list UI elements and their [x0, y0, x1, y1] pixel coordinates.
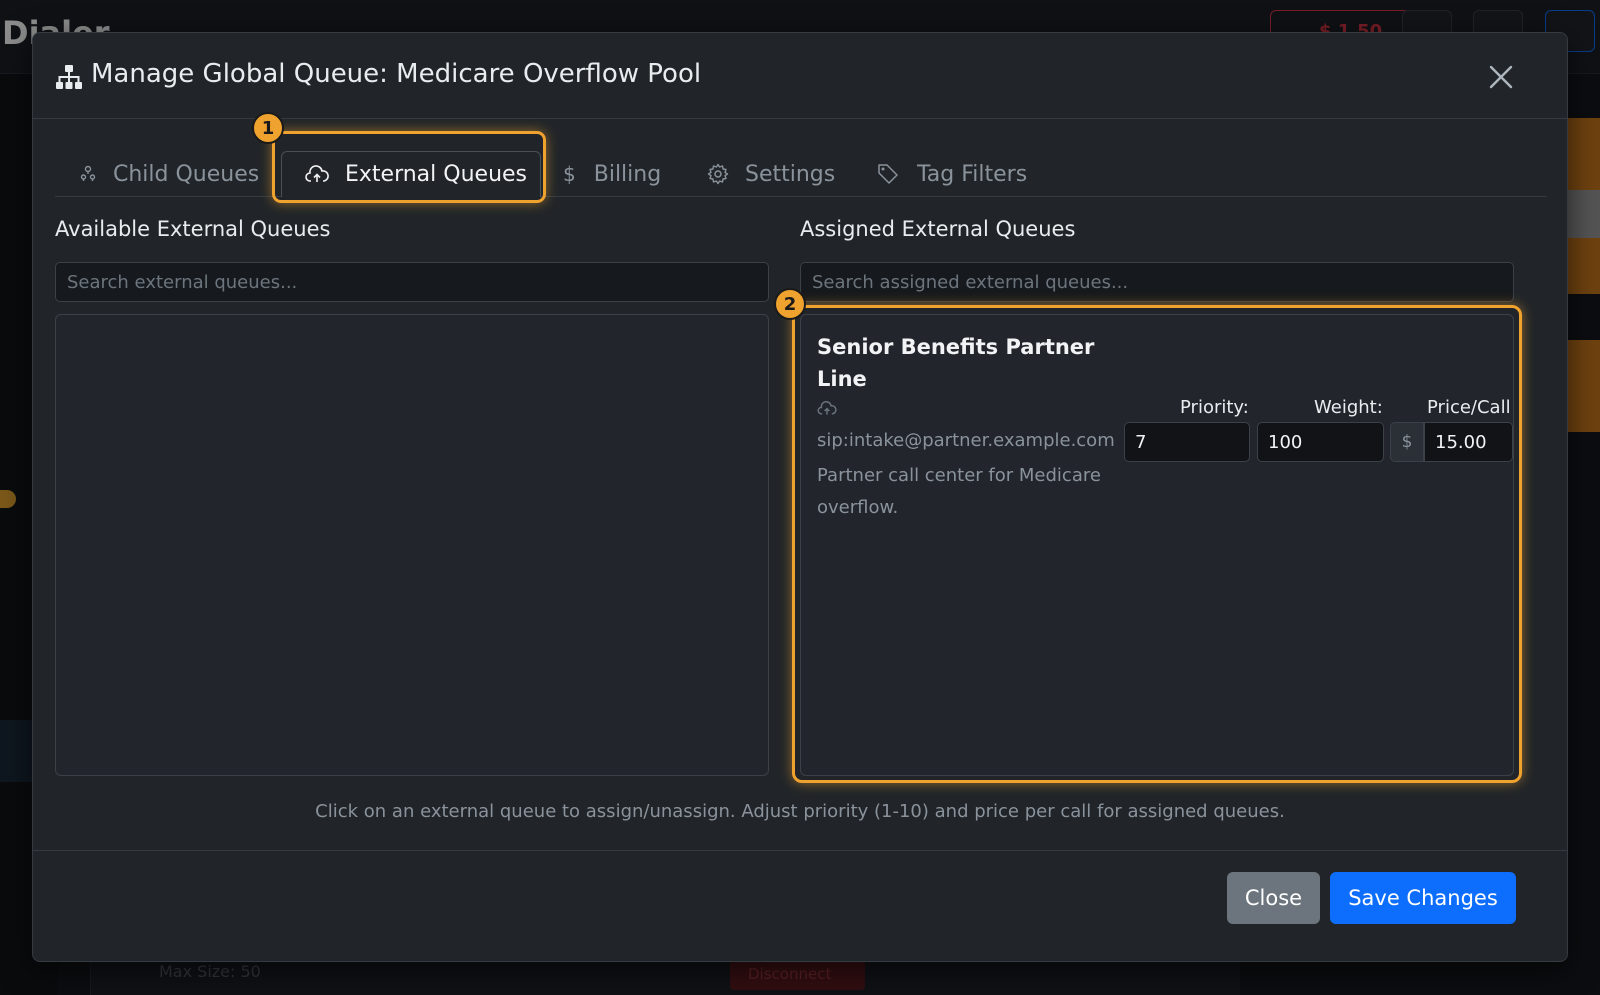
annotation-badge: 2 — [774, 288, 806, 320]
assigned-queues-list: Senior Benefits Partner Line sip:intake@… — [800, 314, 1514, 776]
tab-tag-filters[interactable]: Tag Filters — [877, 151, 1027, 197]
close-button[interactable]: Close — [1227, 872, 1320, 924]
tab-label: Billing — [593, 161, 662, 187]
manage-queue-modal: Manage Global Queue: Medicare Overflow P… — [32, 32, 1568, 962]
modal-tabs: Child Queues External Queues $ Billing S… — [55, 151, 1547, 197]
tab-billing[interactable]: $ Billing — [563, 151, 661, 197]
available-queues-heading: Available External Queues — [55, 217, 331, 241]
tab-label: Settings — [745, 161, 836, 187]
save-changes-button[interactable]: Save Changes — [1330, 872, 1516, 924]
close-icon[interactable] — [1485, 61, 1517, 93]
help-text: Click on an external queue to assign/una… — [315, 801, 1285, 822]
queue-description: Partner call center for Medicare overflo… — [817, 465, 1101, 518]
tab-label: Child Queues — [113, 161, 260, 187]
tab-settings[interactable]: Settings — [707, 151, 835, 197]
tab-label: External Queues — [345, 162, 528, 187]
cloud-upload-icon — [817, 401, 837, 415]
modal-title: Manage Global Queue: Medicare Overflow P… — [91, 59, 702, 89]
modal-header: Manage Global Queue: Medicare Overflow P… — [33, 33, 1567, 119]
sitemap-icon — [56, 65, 82, 89]
priority-input[interactable] — [1124, 422, 1250, 462]
queue-name: Senior Benefits Partner Line — [817, 335, 1095, 391]
currency-addon: $ — [1390, 422, 1424, 462]
available-queues-list[interactable] — [55, 314, 769, 776]
modal-footer: Close Save Changes — [33, 850, 1567, 963]
assigned-queues-heading: Assigned External Queues — [800, 217, 1076, 241]
annotation-badge: 1 — [252, 112, 284, 144]
gear-icon — [707, 163, 729, 185]
tab-child-queues[interactable]: Child Queues — [79, 151, 259, 197]
cloud-upload-icon — [305, 164, 329, 182]
tab-label: Tag Filters — [917, 161, 1028, 187]
dollar-icon: $ — [563, 162, 576, 186]
weight-input[interactable] — [1257, 422, 1384, 462]
tab-external-queues[interactable]: External Queues — [281, 151, 541, 197]
people-icon — [80, 165, 96, 181]
queue-sip-address: sip:intake@partner.example.com — [817, 430, 1115, 451]
tags-icon — [878, 164, 898, 184]
priority-label: Priority: — [1180, 397, 1249, 418]
assigned-search-input[interactable] — [800, 262, 1514, 302]
assigned-queue-item[interactable]: Senior Benefits Partner Line sip:intake@… — [801, 315, 1513, 525]
price-label: Price/Call — [1427, 397, 1511, 418]
available-search-input[interactable] — [55, 262, 769, 302]
price-input[interactable] — [1424, 422, 1513, 462]
weight-label: Weight: — [1314, 397, 1383, 418]
